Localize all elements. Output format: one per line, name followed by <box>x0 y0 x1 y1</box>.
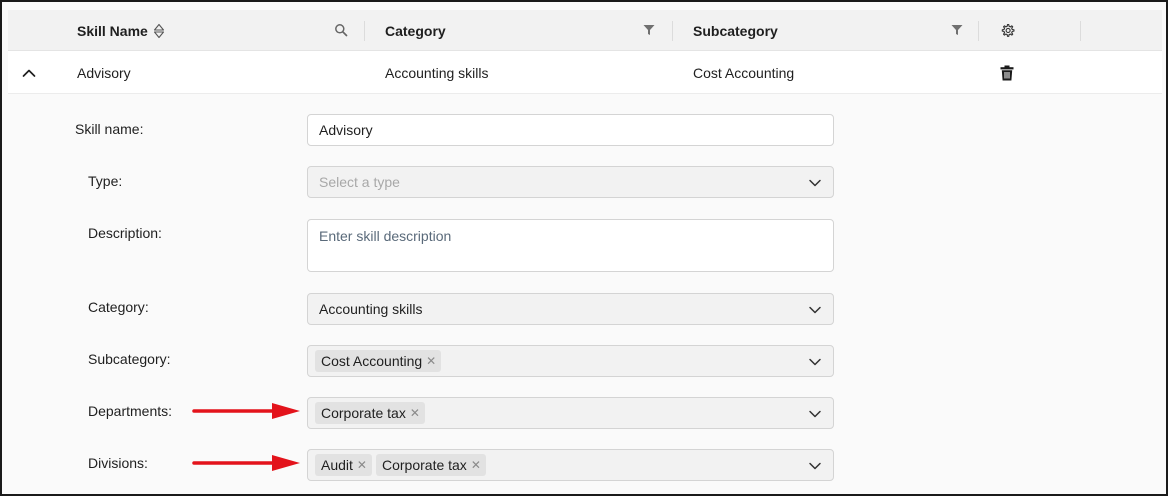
table-header: Skill Name Category Subcategory <box>8 10 1162 51</box>
category-value: Accounting skills <box>319 301 423 317</box>
annotation-arrow <box>192 455 300 471</box>
remove-tag-icon[interactable]: ✕ <box>357 458 367 472</box>
divisions-select[interactable]: Audit ✕ Corporate tax ✕ <box>307 449 834 481</box>
chevron-down-icon[interactable] <box>808 459 822 473</box>
type-label: Type: <box>88 173 123 189</box>
chevron-down-icon[interactable] <box>808 407 822 421</box>
column-divider <box>672 21 673 41</box>
chevron-down-icon[interactable] <box>808 303 822 317</box>
cell-subcategory: Cost Accounting <box>693 64 795 81</box>
divisions-label: Divisions: <box>88 455 148 471</box>
column-header-category[interactable]: Category <box>385 10 446 51</box>
table-row[interactable]: Advisory Accounting skills Cost Accounti… <box>8 51 1162 94</box>
filter-icon[interactable] <box>641 22 657 38</box>
description-textarea[interactable]: Enter skill description <box>307 219 834 272</box>
subcategory-select[interactable]: Cost Accounting ✕ <box>307 345 834 377</box>
selected-tag: Audit ✕ <box>315 454 372 476</box>
column-divider <box>1080 21 1081 41</box>
settings-icon[interactable] <box>999 22 1015 38</box>
chevron-down-icon[interactable] <box>808 176 822 190</box>
cell-skill-name: Advisory <box>77 64 131 81</box>
column-header-skill-name-label: Skill Name <box>77 22 148 39</box>
skill-name-value: Advisory <box>319 122 373 138</box>
selected-tag: Corporate tax ✕ <box>315 402 425 424</box>
category-label: Category: <box>88 299 149 315</box>
column-divider <box>978 21 979 41</box>
column-divider <box>364 21 365 41</box>
column-header-subcategory-label: Subcategory <box>693 22 778 39</box>
chevron-down-icon[interactable] <box>808 355 822 369</box>
type-placeholder: Select a type <box>319 174 400 190</box>
remove-tag-icon[interactable]: ✕ <box>471 458 481 472</box>
skills-panel: Skill Name Category Subcategory Advisory… <box>0 0 1168 496</box>
annotation-arrow <box>192 403 300 419</box>
departments-label: Departments: <box>88 403 173 419</box>
remove-tag-icon[interactable]: ✕ <box>426 354 436 368</box>
description-label: Description: <box>88 225 162 241</box>
selected-tag: Cost Accounting ✕ <box>315 350 442 372</box>
column-header-category-label: Category <box>385 22 446 39</box>
column-header-skill-name[interactable]: Skill Name <box>77 10 165 51</box>
skill-name-label: Skill name: <box>75 121 144 137</box>
collapse-icon[interactable] <box>22 51 36 94</box>
cell-category: Accounting skills <box>385 64 489 81</box>
description-placeholder: Enter skill description <box>319 228 452 244</box>
skill-name-input[interactable]: Advisory <box>307 114 834 146</box>
subcategory-label: Subcategory: <box>88 351 171 367</box>
category-select[interactable]: Accounting skills <box>307 293 834 325</box>
sort-icon[interactable] <box>153 23 165 39</box>
selected-tag: Corporate tax ✕ <box>375 454 486 476</box>
remove-tag-icon[interactable]: ✕ <box>410 406 420 420</box>
filter-icon[interactable] <box>949 22 965 38</box>
type-select[interactable]: Select a type <box>307 166 834 198</box>
trash-icon[interactable] <box>1000 51 1014 94</box>
column-header-subcategory[interactable]: Subcategory <box>693 10 778 51</box>
departments-select[interactable]: Corporate tax ✕ <box>307 397 834 429</box>
search-icon[interactable] <box>333 22 349 38</box>
